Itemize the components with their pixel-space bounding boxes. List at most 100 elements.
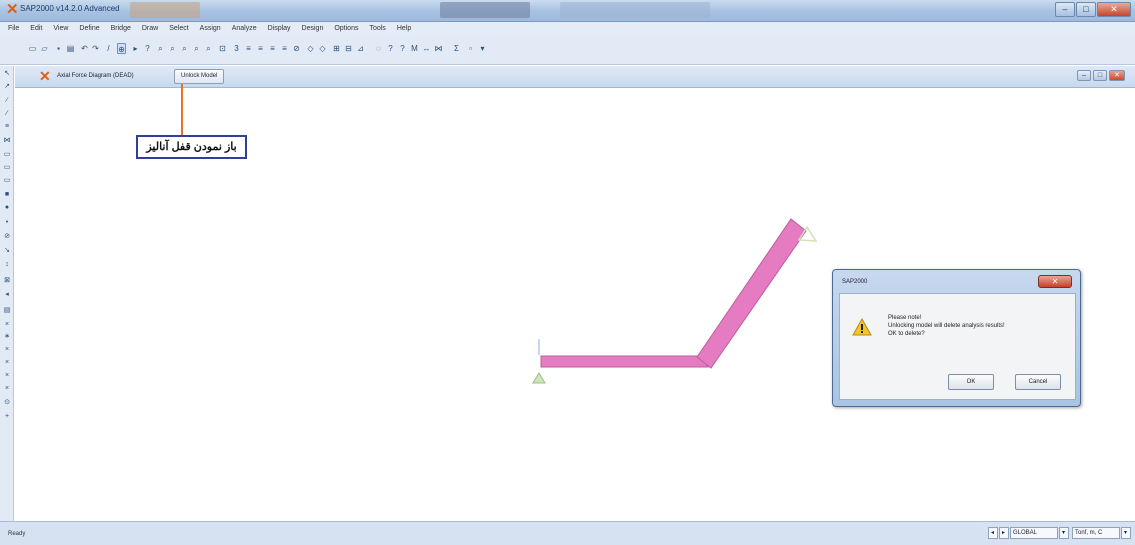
run-analysis-icon[interactable]: ▸ — [131, 43, 140, 54]
snap-points-icon[interactable]: ∗ — [2, 332, 12, 341]
quick-area-icon[interactable]: ▭ — [2, 176, 12, 185]
zoom-in-icon[interactable]: ⌕ — [168, 43, 177, 54]
menu-edit[interactable]: Edit — [30, 25, 42, 32]
draw-rect-area-icon[interactable]: ▭ — [2, 163, 12, 172]
rotate-icon[interactable]: ⊘ — [292, 43, 301, 54]
menu-design[interactable]: Design — [302, 25, 324, 32]
menu-help[interactable]: Help — [397, 25, 411, 32]
snap-fine-grid-icon[interactable]: ⊙ — [2, 398, 12, 407]
view-xz-icon[interactable]: ≡ — [256, 43, 265, 54]
quick-frame-icon[interactable]: ≡ — [2, 122, 12, 131]
unlock-model-button[interactable]: Unlock Model — [174, 69, 225, 84]
menu-display[interactable]: Display — [268, 25, 291, 32]
menu-tools[interactable]: Tools — [369, 25, 385, 32]
title-bar: ✕ SAP2000 v14.2.0 Advanced – □ ✕ — [0, 0, 1135, 22]
lock-model-icon[interactable]: ⊕ — [117, 43, 126, 54]
table-icon[interactable]: ▫ — [466, 43, 475, 54]
print-icon[interactable]: ▤ — [66, 43, 75, 54]
menu-bar: File Edit View Define Bridge Draw Select… — [0, 22, 1135, 35]
zoom-full-icon[interactable]: ⌕ — [204, 43, 213, 54]
steel-design-icon[interactable]: ⋈ — [434, 43, 443, 54]
inner-maximize-button[interactable]: □ — [1093, 70, 1107, 81]
snap-options-icon[interactable]: + — [2, 412, 12, 421]
units-select[interactable]: Tonf, m, C — [1072, 527, 1120, 539]
snap-lines-icon[interactable]: × — [2, 384, 12, 393]
zoom-previous-icon[interactable]: ⌕ — [192, 43, 201, 54]
down-arrow-icon[interactable]: ◇ — [318, 43, 327, 54]
annotation-leader-line — [181, 84, 183, 136]
menu-view[interactable]: View — [53, 25, 68, 32]
draw-solid-icon[interactable]: ■ — [2, 190, 12, 199]
show-forces-icon[interactable]: ? — [386, 43, 395, 54]
menu-options[interactable]: Options — [334, 25, 358, 32]
ok-button[interactable]: OK — [948, 374, 994, 390]
maximize-button[interactable]: □ — [1076, 2, 1096, 17]
reshape-icon[interactable]: ↗ — [2, 82, 12, 91]
pan-icon[interactable]: ⊡ — [218, 43, 227, 54]
snap-ends-icon[interactable]: × — [2, 345, 12, 354]
up-arrow-icon[interactable]: ◇ — [306, 43, 315, 54]
draw-curve-icon[interactable]: ∕ — [2, 109, 12, 118]
view-3d-icon[interactable]: 3 — [232, 43, 241, 54]
cancel-button[interactable]: Cancel — [1015, 374, 1061, 390]
dialog-close-button[interactable]: ✕ — [1038, 275, 1072, 288]
chevron-down-icon[interactable]: ▾ — [1121, 527, 1131, 539]
frame-member-beam — [540, 355, 709, 368]
draw-reference-icon[interactable]: ↕ — [2, 260, 12, 269]
redo-icon[interactable]: ↷ — [91, 43, 100, 54]
zoom-window-icon[interactable]: ⌕ — [156, 43, 165, 54]
select-all-icon[interactable]: ⊠ — [2, 276, 12, 285]
pointer-icon[interactable]: ↖ — [2, 69, 12, 78]
save-icon[interactable]: ▪ — [54, 43, 63, 54]
set-display-icon[interactable]: ⊟ — [344, 43, 353, 54]
menu-select[interactable]: Select — [169, 25, 188, 32]
new-model-icon[interactable]: ▭ — [28, 43, 37, 54]
zoom-out-icon[interactable]: ⌕ — [180, 43, 189, 54]
menu-draw[interactable]: Draw — [142, 25, 158, 32]
sigma-icon[interactable]: Σ — [452, 43, 461, 54]
draw-link-icon[interactable]: ● — [2, 203, 12, 212]
intersecting-line-icon[interactable]: × — [2, 320, 12, 329]
dropdown-icon[interactable]: ▾ — [478, 43, 487, 54]
draw-brace-icon[interactable]: ⋈ — [2, 136, 12, 145]
inner-minimize-button[interactable]: – — [1077, 70, 1091, 81]
view-nv-icon[interactable]: ≡ — [280, 43, 289, 54]
draw-area-icon[interactable]: ▭ — [2, 150, 12, 159]
prev-view-icon[interactable]: ◂ — [988, 527, 998, 539]
snap-perpendicular-icon[interactable]: × — [2, 371, 12, 380]
menu-define[interactable]: Define — [79, 25, 99, 32]
view-xy-icon[interactable]: ≡ — [244, 43, 253, 54]
coord-system-select[interactable]: GLOBAL — [1010, 527, 1058, 539]
menu-bridge[interactable]: Bridge — [111, 25, 131, 32]
chevron-down-icon[interactable]: ▾ — [1059, 527, 1069, 539]
edit-pencil-icon[interactable]: / — [104, 43, 113, 54]
menu-analyze[interactable]: Analyze — [232, 25, 257, 32]
sap2000-window: ✕ SAP2000 v14.2.0 Advanced – □ ✕ File Ed… — [0, 0, 1135, 545]
draw-frame-icon[interactable]: ∕ — [2, 96, 12, 105]
menu-file[interactable]: File — [8, 25, 19, 32]
object-shrink-icon[interactable]: ⊞ — [332, 43, 341, 54]
dialog-title: SAP2000 — [842, 279, 868, 285]
menu-assign[interactable]: Assign — [200, 25, 221, 32]
snap-intersections-icon[interactable]: × — [2, 358, 12, 367]
open-icon[interactable]: ▱ — [40, 43, 49, 54]
draw-section-cut-icon[interactable]: ⊘ — [2, 232, 12, 241]
show-moments-icon[interactable]: M — [410, 43, 419, 54]
get-previous-selection-icon[interactable]: ◂ — [2, 290, 12, 299]
next-view-icon[interactable]: ▸ — [999, 527, 1009, 539]
clear-selection-icon[interactable]: ▤ — [2, 306, 12, 315]
draw-dimension-icon[interactable]: ↘ — [2, 246, 12, 255]
undo-icon[interactable]: ↶ — [80, 43, 89, 54]
help-icon[interactable]: ? — [143, 43, 152, 54]
show-deformed-icon[interactable]: ◌ — [374, 43, 383, 54]
view-yz-icon[interactable]: ≡ — [268, 43, 277, 54]
arrows-icon[interactable]: ↔ — [422, 43, 431, 54]
draw-joint-icon[interactable]: • — [2, 218, 12, 227]
status-bar: Ready ◂ ▸ GLOBAL ▾ Tonf, m, C ▾ — [0, 521, 1135, 545]
show-stresses-icon[interactable]: ? — [398, 43, 407, 54]
window-controls: – □ ✕ — [1055, 2, 1131, 17]
minimize-button[interactable]: – — [1055, 2, 1075, 17]
close-button[interactable]: ✕ — [1097, 2, 1131, 17]
inner-close-button[interactable]: ✕ — [1109, 70, 1125, 81]
show-undeformed-icon[interactable]: ⊿ — [356, 43, 365, 54]
